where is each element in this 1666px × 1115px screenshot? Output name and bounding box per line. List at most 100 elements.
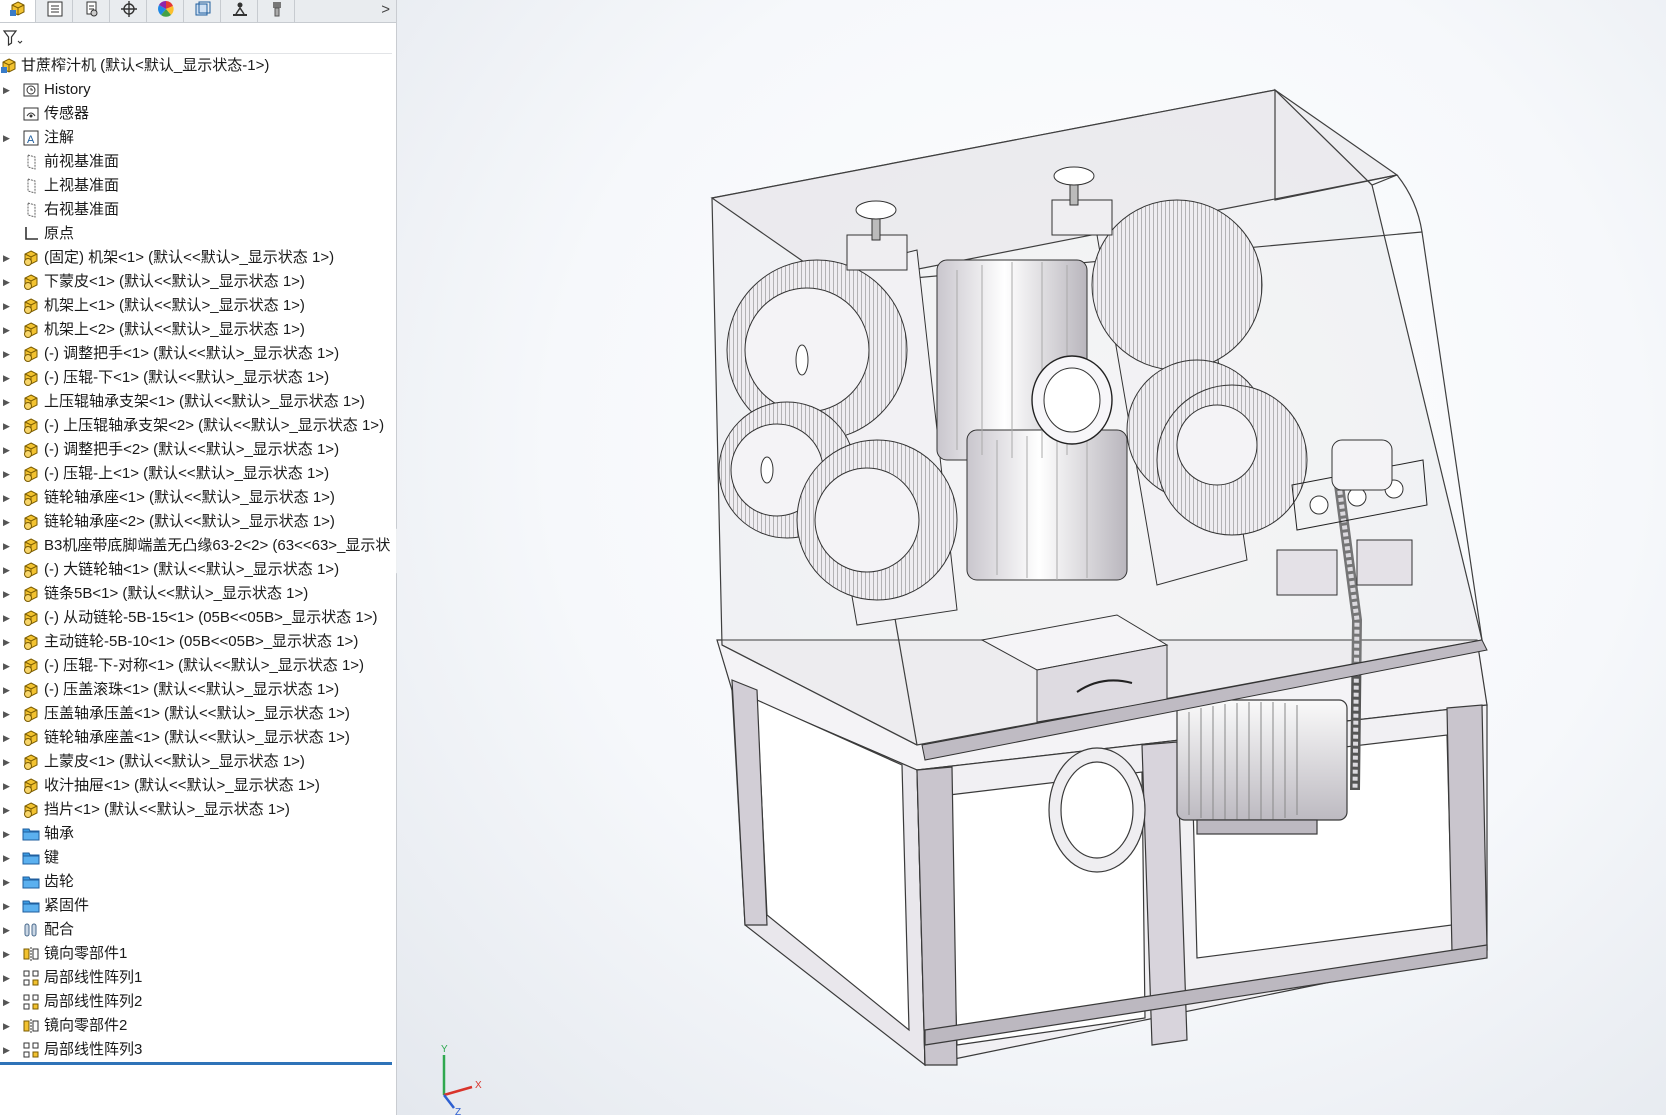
expand-arrow-icon[interactable]: ▶ [3,78,13,102]
expand-arrow-icon[interactable]: ▶ [3,558,13,582]
expand-arrow-icon[interactable]: ▶ [3,918,13,942]
tree-item[interactable]: ▶ History [0,78,396,102]
tree-item[interactable]: 传感器 [0,102,396,126]
tree-item[interactable]: ▶ (-) 压辊-下-对称<1> (默认<<默认>_显示状态 1>) [0,654,396,678]
expand-arrow-icon[interactable]: ▶ [3,846,13,870]
expand-arrow-icon[interactable]: ▶ [3,870,13,894]
graphics-area[interactable]: Y X Z [397,0,1666,1115]
expand-arrow-icon[interactable]: ▶ [3,990,13,1014]
tree-root-assembly[interactable]: 甘蔗榨汁机 (默认<默认_显示状态-1>) [0,54,396,78]
tree-item[interactable]: ▶ 键 [0,846,396,870]
tree-item[interactable]: ▶ 紧固件 [0,894,396,918]
tree-item[interactable]: ▶ 局部线性阵列2 [0,990,396,1014]
tree-item[interactable]: ▶ A 注解 [0,126,396,150]
expand-arrow-icon[interactable]: ▶ [3,246,13,270]
expand-arrow-icon[interactable]: ▶ [3,390,13,414]
expand-arrow-icon[interactable]: ▶ [3,582,13,606]
display-manager-tab[interactable] [148,0,184,22]
tree-item[interactable]: ▶ 镜向零部件1 [0,942,396,966]
tree-item[interactable]: ▶ (-) 大链轮轴<1> (默认<<默认>_显示状态 1>) [0,558,396,582]
expand-arrow-icon[interactable]: ▶ [3,774,13,798]
tree-item[interactable]: ▶ 机架上<1> (默认<<默认>_显示状态 1>) [0,294,396,318]
tree-item[interactable]: ▶ 链轮轴承座盖<1> (默认<<默认>_显示状态 1>) [0,726,396,750]
expand-arrow-icon[interactable]: ▶ [3,414,13,438]
tree-item[interactable]: ▶ (-) 从动链轮-5B-15<1> (05B<<05B>_显示状态 1>) [0,606,396,630]
tree-item[interactable]: ▶ 配合 [0,918,396,942]
tree-item[interactable]: ▶ 挡片<1> (默认<<默认>_显示状态 1>) [0,798,396,822]
tree-item[interactable]: ▶ 主动链轮-5B-10<1> (05B<<05B>_显示状态 1>) [0,630,396,654]
expand-arrow-icon[interactable]: ▶ [3,1038,13,1062]
part-icon [22,465,40,483]
simulation-tab[interactable] [222,0,258,22]
expand-arrow-icon[interactable]: ▶ [3,966,13,990]
expand-arrow-icon[interactable]: ▶ [3,678,13,702]
expand-arrow-icon[interactable]: ▶ [3,654,13,678]
tree-item[interactable]: 原点 [0,222,396,246]
tree-item[interactable]: 前视基准面 [0,150,396,174]
tree-item[interactable]: ▶ 链条5B<1> (默认<<默认>_显示状态 1>) [0,582,396,606]
more-tabs-arrow[interactable]: > [381,1,390,18]
tree-item[interactable]: ▶ 上压辊轴承支架<1> (默认<<默认>_显示状态 1>) [0,390,396,414]
expand-arrow-icon[interactable]: ▶ [3,366,13,390]
filter-icon[interactable] [2,29,24,47]
tree-item[interactable]: ▶ 上蒙皮<1> (默认<<默认>_显示状态 1>) [0,750,396,774]
expand-arrow-icon[interactable]: ▶ [3,270,13,294]
expand-arrow-icon[interactable]: ▶ [3,942,13,966]
tree-item[interactable]: ▶ 局部线性阵列1 [0,966,396,990]
part-icon [22,633,40,651]
tree-item[interactable]: ▶ 机架上<2> (默认<<默认>_显示状态 1>) [0,318,396,342]
property-manager-tab[interactable] [37,0,73,22]
tree-item[interactable]: ▶ (-) 调整把手<2> (默认<<默认>_显示状态 1>) [0,438,396,462]
expand-arrow-icon[interactable]: ▶ [3,1014,13,1038]
configuration-manager-tab[interactable] [74,0,110,22]
expand-arrow-icon[interactable]: ▶ [3,750,13,774]
expand-arrow-icon[interactable]: ▶ [3,318,13,342]
crosshair-icon [120,0,138,23]
expand-arrow-icon[interactable]: ▶ [3,702,13,726]
expand-arrow-icon[interactable]: ▶ [3,822,13,846]
tree-item[interactable]: ▶ (-) 压辊-上<1> (默认<<默认>_显示状态 1>) [0,462,396,486]
plane-icon [22,153,40,171]
expand-arrow-icon[interactable]: ▶ [3,462,13,486]
tree-item[interactable]: ▶ 轴承 [0,822,396,846]
filter-input[interactable] [26,27,394,51]
cam-tab[interactable] [185,0,221,22]
expand-arrow-icon[interactable]: ▶ [3,294,13,318]
tree-item[interactable]: ▶ 齿轮 [0,870,396,894]
design-checker-tab[interactable] [259,0,295,22]
tree-item[interactable]: ▶ (固定) 机架<1> (默认<<默认>_显示状态 1>) [0,246,396,270]
part-icon [22,249,40,267]
expand-arrow-icon[interactable]: ▶ [3,630,13,654]
expand-arrow-icon[interactable]: ▶ [3,726,13,750]
folder-icon [22,873,40,891]
tree-item[interactable]: ▶ (-) 上压辊轴承支架<2> (默认<<默认>_显示状态 1>) [0,414,396,438]
expand-arrow-icon[interactable]: ▶ [3,510,13,534]
tree-item[interactable]: ▶ 链轮轴承座<2> (默认<<默认>_显示状态 1>) [0,510,396,534]
tree-item[interactable]: ▶ 镜向零部件2 [0,1014,396,1038]
expand-arrow-icon[interactable]: ▶ [3,486,13,510]
tree-item[interactable]: ▶ (-) 调整把手<1> (默认<<默认>_显示状态 1>) [0,342,396,366]
tree-item-label: 甘蔗榨汁机 (默认<默认_显示状态-1>) [21,57,270,74]
expand-arrow-icon[interactable]: ▶ [3,438,13,462]
tree-item-label: 链轮轴承座盖<1> (默认<<默认>_显示状态 1>) [44,729,350,746]
expand-arrow-icon[interactable]: ▶ [3,798,13,822]
expand-arrow-icon[interactable]: ▶ [3,126,13,150]
feature-manager-tab[interactable] [0,0,36,22]
part-icon [22,777,40,795]
tree-item[interactable]: ▶ (-) 压辊-下<1> (默认<<默认>_显示状态 1>) [0,366,396,390]
tree-item[interactable]: ▶ 压盖轴承压盖<1> (默认<<默认>_显示状态 1>) [0,702,396,726]
expand-arrow-icon[interactable]: ▶ [3,534,13,558]
dimxpert-tab[interactable] [111,0,147,22]
tree-item[interactable]: 右视基准面 [0,198,396,222]
expand-arrow-icon[interactable]: ▶ [3,342,13,366]
expand-arrow-icon[interactable]: ▶ [3,606,13,630]
tree-item[interactable]: ▶ 下蒙皮<1> (默认<<默认>_显示状态 1>) [0,270,396,294]
tree-item[interactable]: 上视基准面 [0,174,396,198]
tree-item[interactable]: ▶ (-) 压盖滚珠<1> (默认<<默认>_显示状态 1>) [0,678,396,702]
tree-item[interactable]: ▶ 链轮轴承座<1> (默认<<默认>_显示状态 1>) [0,486,396,510]
expand-arrow-icon[interactable]: ▶ [3,894,13,918]
assembly-model[interactable] [397,0,1666,1115]
tree-item[interactable]: ▶ B3机座带底脚端盖无凸缘63-2<2> (63<<63>_显示状 [0,534,396,558]
tree-item[interactable]: ▶ 收汁抽屉<1> (默认<<默认>_显示状态 1>) [0,774,396,798]
tree-item[interactable]: ▶ 局部线性阵列3 [0,1038,396,1062]
